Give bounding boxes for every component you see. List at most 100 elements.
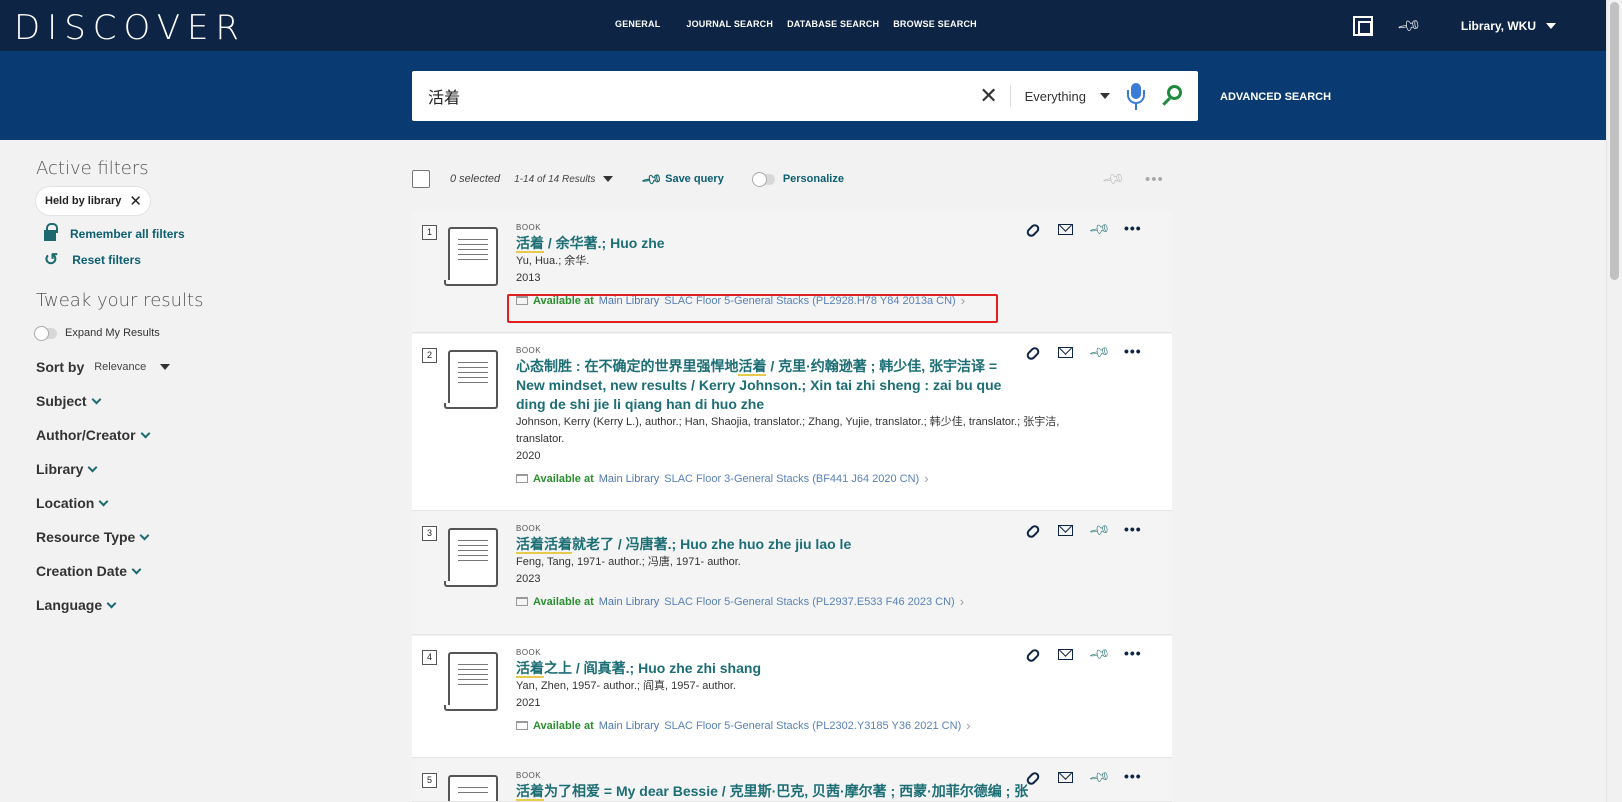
result-item[interactable]: 2 BOOK 心态制胜 : 在不确定的世界里强悍地活着 / 克里·约翰逊著 ; … [412, 334, 1172, 511]
facet-label: Author/Creator [36, 427, 136, 443]
book-thumbnail[interactable] [444, 528, 498, 587]
result-title[interactable]: 活着活着就老了 / 冯唐著.; Huo zhe huo zhe jiu lao … [516, 535, 1106, 554]
link-icon[interactable] [1024, 769, 1042, 787]
advanced-search-link[interactable]: ADVANCED SEARCH [1220, 91, 1331, 103]
availability-link[interactable]: Available at Main Library SLAC Floor 5-G… [516, 594, 1106, 609]
pin-icon[interactable]: 📌︎ [1101, 166, 1127, 192]
result-title[interactable]: 活着 / 余华著.; Huo zhe [516, 234, 1106, 253]
personalize-label: Personalize [782, 173, 844, 185]
facet-location[interactable]: Location [36, 495, 109, 511]
microphone-icon[interactable] [1124, 81, 1148, 111]
email-icon[interactable] [1058, 347, 1073, 358]
nav-browse-search[interactable]: BROWSE SEARCH [893, 19, 977, 29]
result-year: 2020 [516, 450, 541, 462]
more-options-icon[interactable]: ••• [1124, 221, 1141, 236]
toggle-switch[interactable] [752, 172, 775, 186]
reset-filters-link[interactable]: ↺ Reset filters [44, 251, 336, 268]
remove-filter-icon[interactable]: ✕ [129, 192, 142, 210]
email-icon[interactable] [1058, 224, 1073, 235]
remember-filters-link[interactable]: Remember all filters [44, 223, 336, 241]
facet-author-creator[interactable]: Author/Creator [36, 427, 151, 443]
result-number: 2 [422, 348, 437, 363]
nav-general[interactable]: GENERAL [615, 19, 660, 29]
sort-label: Sort by [36, 359, 85, 375]
toggle-switch[interactable] [35, 326, 57, 340]
result-item[interactable]: 3 BOOK 活着活着就老了 / 冯唐著.; Huo zhe huo zhe j… [412, 512, 1172, 635]
more-options-icon[interactable]: ••• [1124, 522, 1141, 537]
pin-icon[interactable]: 📌︎ [1395, 11, 1423, 39]
facet-subject[interactable]: Subject [36, 393, 102, 409]
pin-icon: 📌︎ [640, 166, 665, 191]
facet-language[interactable]: Language [36, 597, 117, 613]
personalize-toggle[interactable]: Personalize [752, 172, 844, 186]
book-icon [516, 597, 528, 606]
link-icon[interactable] [1024, 646, 1042, 664]
title-text: / 余华著.; Huo zhe [544, 235, 665, 251]
facet-creation-date[interactable]: Creation Date [36, 563, 142, 579]
link-icon[interactable] [1024, 344, 1042, 362]
facet-resource-type[interactable]: Resource Type [36, 529, 150, 545]
facet-library[interactable]: Library [36, 461, 98, 477]
lock-icon [44, 223, 58, 241]
resource-type: BOOK [516, 346, 542, 355]
location-text: SLAC Floor 3-General Stacks (BF441 J64 2… [664, 472, 920, 485]
result-item[interactable]: 4 BOOK 活着之上 / 阎真著.; Huo zhe zhi shang Ya… [412, 636, 1172, 758]
more-options-icon[interactable]: ••• [1124, 646, 1141, 661]
availability-link[interactable]: Available at Main Library SLAC Floor 5-G… [516, 718, 1106, 733]
result-authors: Yan, Zhen, 1957- author.; 阎真, 1957- auth… [516, 680, 736, 692]
email-icon[interactable] [1058, 525, 1073, 536]
page-scrollbar[interactable] [1606, 0, 1622, 802]
facet-label: Subject [36, 393, 87, 409]
pin-icon[interactable]: 📌︎ [1088, 518, 1112, 541]
more-options-icon[interactable]: ••• [1124, 344, 1141, 359]
search-input[interactable]: 活着 [412, 84, 976, 108]
result-authors: Yu, Hua.; 余华. [516, 255, 590, 267]
scrollbar-thumb[interactable] [1610, 2, 1619, 280]
chevron-right-icon: › [959, 594, 965, 609]
nav-database-search[interactable]: DATABASE SEARCH [787, 19, 879, 29]
more-options-icon[interactable]: ••• [1145, 171, 1164, 188]
user-menu[interactable]: Library, WKU [1461, 19, 1556, 33]
sort-value: Relevance [94, 361, 147, 373]
link-icon[interactable] [1024, 522, 1042, 540]
result-item[interactable]: 5 BOOK 活着为了相爱 = My dear Bessie / 克里斯·巴克,… [412, 759, 1172, 802]
book-thumbnail[interactable] [444, 652, 498, 711]
pin-icon[interactable]: 📌︎ [1088, 765, 1112, 788]
pin-icon[interactable]: 📌︎ [1088, 642, 1112, 665]
email-icon[interactable] [1058, 772, 1073, 783]
chevron-down-icon [88, 462, 98, 472]
nav-journal-search[interactable]: JOURNAL SEARCH [686, 19, 773, 29]
sort-control[interactable]: Sort by Relevance [36, 359, 336, 375]
chevron-down-icon [91, 394, 102, 404]
save-query-button[interactable]: 📌︎ Save query [641, 167, 724, 190]
result-title[interactable]: 心态制胜 : 在不确定的世界里强悍地活着 / 克里·约翰逊著 ; 韩少佳, 张宇… [516, 357, 1026, 414]
link-icon[interactable] [1024, 221, 1042, 239]
facet-label: Library [36, 461, 84, 477]
discover-logo[interactable]: DISCOVER [14, 8, 246, 48]
caret-down-icon [603, 176, 614, 182]
filter-chip[interactable]: Held by library ✕ [36, 187, 150, 215]
expand-results-toggle[interactable]: Expand My Results [35, 326, 336, 340]
select-all-checkbox[interactable] [412, 170, 430, 188]
book-thumbnail[interactable] [444, 227, 498, 286]
chevron-down-icon [106, 598, 117, 608]
facet-label: Language [36, 597, 103, 613]
book-thumbnail[interactable] [444, 350, 498, 409]
availability-link[interactable]: Available at Main Library SLAC Floor 3-G… [516, 471, 1106, 486]
title-text: 就老了 / 冯唐著.; Huo zhe huo zhe jiu lao le [572, 536, 852, 552]
pin-icon[interactable]: 📌︎ [1088, 340, 1112, 363]
more-options-icon[interactable]: ••• [1124, 769, 1141, 784]
library-name: Main Library [598, 472, 660, 485]
email-icon[interactable] [1058, 649, 1073, 660]
result-title[interactable]: 活着为了相爱 = My dear Bessie / 克里斯·巴克, 贝茜·摩尔著… [516, 782, 1036, 801]
book-thumbnail[interactable] [448, 775, 498, 801]
library-name: Main Library [598, 719, 660, 732]
pin-icon[interactable]: 📌︎ [1088, 217, 1112, 240]
clear-search-icon[interactable]: ✕ [976, 83, 1002, 109]
search-scope-select[interactable]: Everything [1011, 89, 1124, 104]
results-count-dropdown[interactable]: 1-14 of 14 Results [514, 174, 614, 185]
result-title[interactable]: 活着之上 / 阎真著.; Huo zhe zhi shang [516, 659, 1106, 678]
search-icon[interactable] [1160, 83, 1186, 109]
title-text: 之上 / 阎真著.; Huo zhe zhi shang [544, 660, 761, 676]
qr-code-icon[interactable] [1352, 15, 1373, 36]
